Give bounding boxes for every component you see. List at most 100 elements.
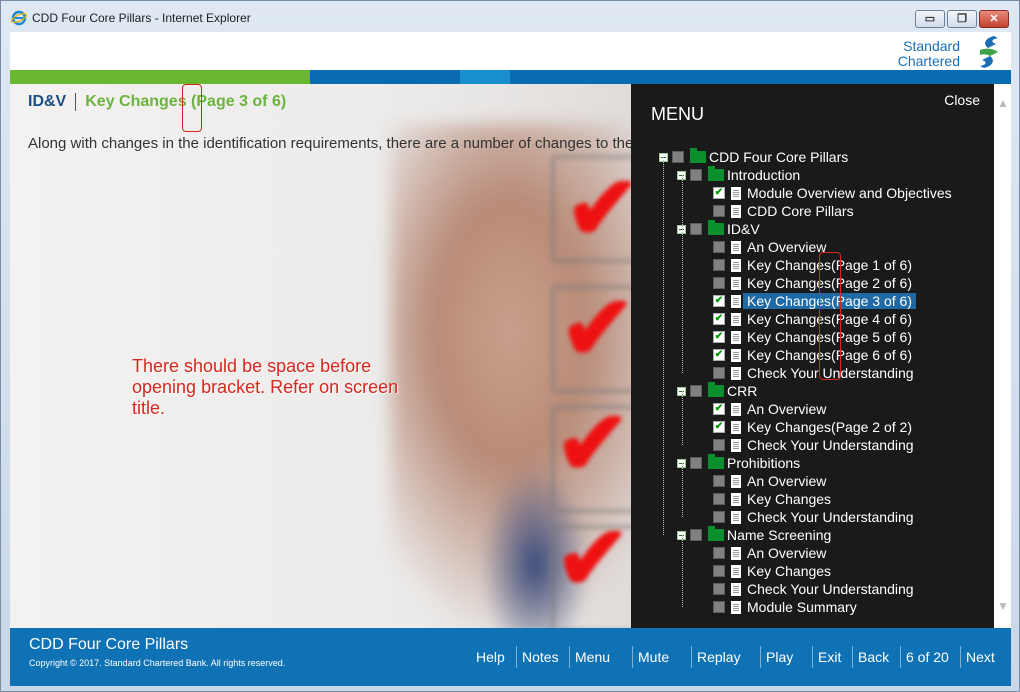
play-button[interactable]: Play	[766, 649, 793, 665]
checked-checkbox[interactable]: ✔	[713, 349, 725, 361]
menu-item[interactable]: ✔ An Overview	[713, 400, 826, 418]
menu-folder[interactable]: Prohibitions	[677, 454, 800, 472]
menu-item[interactable]: ✔ Key Changes(Page 4 of 6)	[713, 310, 912, 328]
menu-item[interactable]: Key Changes(Page 1 of 6)	[713, 256, 912, 274]
checked-checkbox[interactable]: ✔	[713, 187, 725, 199]
menu-item[interactable]: Key Changes	[713, 490, 831, 508]
checkbox[interactable]	[690, 223, 702, 235]
mute-button[interactable]: Mute	[638, 649, 669, 665]
back-button[interactable]: Back	[858, 649, 889, 665]
checkbox[interactable]	[713, 241, 725, 253]
stripe-segment	[510, 70, 1011, 84]
page-icon	[731, 258, 741, 272]
tree-connector	[682, 463, 683, 517]
checked-checkbox[interactable]: ✔	[713, 313, 725, 325]
menu-item-label: Key Changes(Page 2 of 2)	[747, 419, 912, 435]
replay-button[interactable]: Replay	[697, 649, 741, 665]
menu-item[interactable]: Check Your Understanding	[713, 508, 914, 526]
checkbox[interactable]	[713, 547, 725, 559]
annotation-highlight-title	[182, 84, 202, 132]
checked-checkbox[interactable]: ✔	[713, 331, 725, 343]
folder-icon	[708, 382, 724, 397]
menu-item[interactable]: Key Changes(Page 2 of 6)	[713, 274, 912, 292]
nav-divider	[760, 646, 761, 668]
checked-checkbox[interactable]: ✔	[713, 295, 725, 307]
menu-item[interactable]: An Overview	[713, 544, 826, 562]
title-bar: CDD Four Core Pillars - Internet Explore…	[1, 1, 1019, 33]
page-icon	[731, 204, 741, 218]
minimize-icon: ▭	[924, 13, 936, 25]
scroll-up-icon[interactable]: ▲	[997, 96, 1009, 110]
checkbox[interactable]	[713, 493, 725, 505]
menu-item[interactable]: ✔ Key Changes(Page 6 of 6)	[713, 346, 912, 364]
menu-folder[interactable]: Introduction	[677, 166, 800, 184]
menu-item-label: Check Your Understanding	[747, 437, 914, 453]
brand-line-1: Standard	[903, 38, 960, 54]
checkbox[interactable]	[713, 277, 725, 289]
menu-item[interactable]: ✔ Module Overview and Objectives	[713, 184, 952, 202]
page-icon	[731, 582, 741, 596]
checkbox[interactable]	[713, 259, 725, 271]
checkbox[interactable]	[690, 385, 702, 397]
header-divider	[75, 93, 77, 111]
checkbox[interactable]	[713, 583, 725, 595]
checkbox[interactable]	[713, 511, 725, 523]
menu-item[interactable]: Module Summary	[713, 598, 857, 616]
menu-item[interactable]: CDD Core Pillars	[713, 202, 854, 220]
checkbox[interactable]	[713, 367, 725, 379]
menu-close-button[interactable]: Close	[944, 92, 980, 108]
menu-item-label: ID&V	[727, 221, 760, 237]
checkbox[interactable]	[690, 169, 702, 181]
tree-connector	[682, 535, 683, 607]
checkbox[interactable]	[713, 565, 725, 577]
scroll-down-icon[interactable]: ▼	[997, 599, 1009, 613]
notes-button[interactable]: Notes	[522, 649, 559, 665]
page-scrollbar[interactable]: ▲ ▼	[994, 84, 1011, 628]
page-icon	[731, 402, 741, 416]
page-icon	[731, 420, 741, 434]
checkbox[interactable]	[713, 205, 725, 217]
checkbox[interactable]	[690, 457, 702, 469]
menu-item[interactable]: Key Changes	[713, 562, 831, 580]
tree-connector	[682, 391, 683, 445]
checkbox[interactable]	[713, 475, 725, 487]
close-window-button[interactable]: ✕	[979, 10, 1009, 28]
nav-divider	[516, 646, 517, 668]
exit-button[interactable]: Exit	[818, 649, 841, 665]
menu-item[interactable]: An Overview	[713, 238, 826, 256]
checkbox[interactable]	[713, 439, 725, 451]
page-icon	[731, 546, 741, 560]
menu-item[interactable]: Check Your Understanding	[713, 580, 914, 598]
menu-folder[interactable]: ID&V	[677, 220, 760, 238]
checked-checkbox[interactable]: ✔	[713, 421, 725, 433]
screen-header: ID&V Key Changes (Page 3 of 6)	[28, 92, 286, 112]
checked-checkbox[interactable]: ✔	[713, 403, 725, 415]
minimize-button[interactable]: ▭	[915, 10, 945, 28]
checkbox[interactable]	[713, 601, 725, 613]
menu-item[interactable]: ✔ Key Changes(Page 3 of 6)	[713, 292, 916, 310]
browser-content: Standard Chartered ✔ ✔ ✔ ✔ ID&V Key Chan…	[10, 32, 1011, 686]
next-button[interactable]: Next	[966, 649, 995, 665]
menu-folder[interactable]: Name Screening	[677, 526, 831, 544]
folder-icon	[708, 166, 724, 181]
menu-folder[interactable]: CRR	[677, 382, 757, 400]
checkbox[interactable]	[672, 151, 684, 163]
standard-chartered-logo-icon	[980, 36, 998, 68]
menu-button[interactable]: Menu	[575, 649, 610, 665]
menu-item[interactable]: Check Your Understanding	[713, 364, 914, 382]
menu-item[interactable]: Check Your Understanding	[713, 436, 914, 454]
menu-folder[interactable]: CDD Four Core Pillars	[659, 148, 848, 166]
copyright-text: Copyright © 2017. Standard Chartered Ban…	[29, 658, 286, 668]
menu-item-label: An Overview	[747, 545, 827, 561]
menu-item[interactable]: ✔ Key Changes(Page 5 of 6)	[713, 328, 912, 346]
nav-divider	[900, 646, 901, 668]
restore-button[interactable]: ❐	[947, 10, 977, 28]
help-button[interactable]: Help	[476, 649, 505, 665]
player-footer: CDD Four Core Pillars Copyright © 2017. …	[10, 628, 1011, 686]
menu-item[interactable]: An Overview	[713, 472, 826, 490]
checkbox[interactable]	[690, 529, 702, 541]
tree-connector	[682, 229, 683, 373]
folder-icon	[690, 148, 706, 163]
menu-item[interactable]: ✔ Key Changes(Page 2 of 2)	[713, 418, 912, 436]
course-menu-panel: MENU Close CDD Four Core Pillars Introduc…	[631, 84, 994, 628]
